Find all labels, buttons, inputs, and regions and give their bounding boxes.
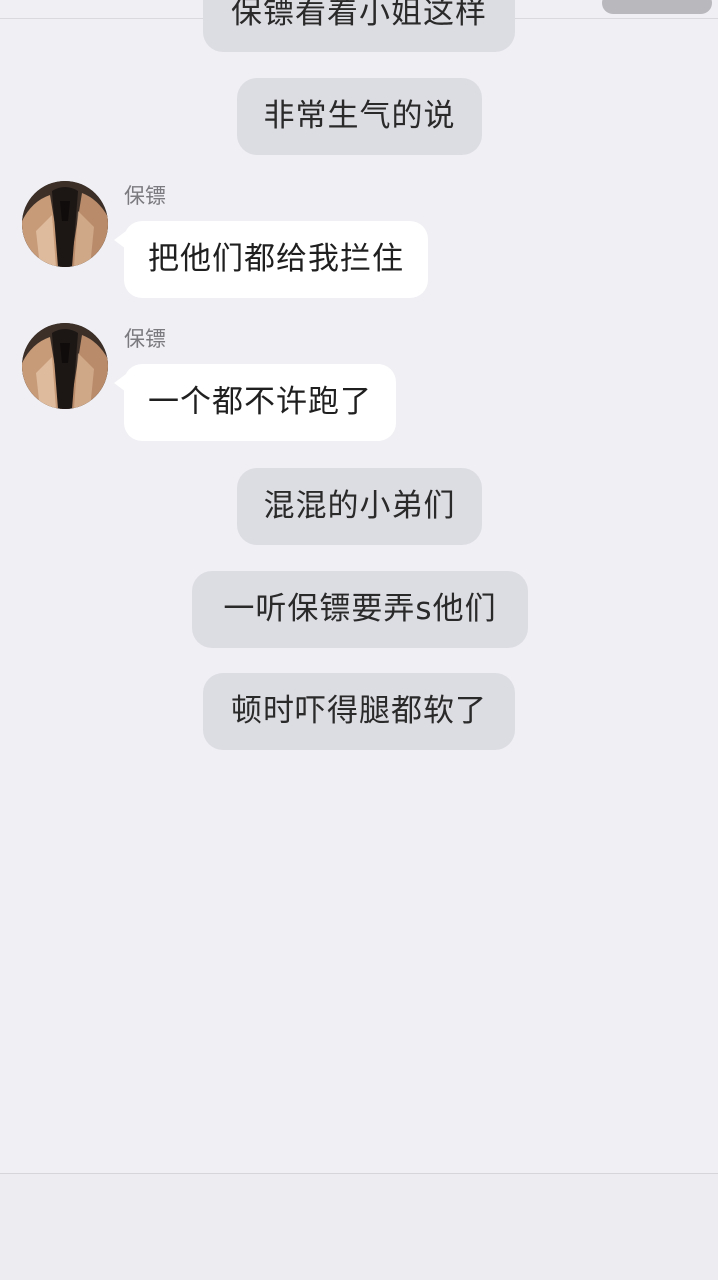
narration-bubble: 顿时吓得腿都软了 <box>203 673 515 750</box>
message-text: 把他们都给我拦住 <box>148 241 404 277</box>
chat-screen: 保镖看着小姐这样 非常生气的说 保镖 把他们都给我拦住 保镖 一个都不许跑了 混… <box>0 0 718 1280</box>
sender-name: 保镖 <box>124 327 166 351</box>
sender-avatar[interactable] <box>22 181 108 267</box>
bubble-tail <box>114 374 126 392</box>
message-bubble[interactable]: 一个都不许跑了 <box>114 364 396 441</box>
sender-avatar[interactable] <box>22 323 108 409</box>
bodyguard-avatar-icon <box>22 181 108 267</box>
narration-bubble: 一听保镖要弄s他们 <box>192 571 528 648</box>
narration-bubble: 非常生气的说 <box>237 78 482 155</box>
message-bubble[interactable]: 把他们都给我拦住 <box>114 221 428 298</box>
input-bar[interactable] <box>0 1173 718 1280</box>
narration-bubble-partial: 保镖看着小姐这样 <box>203 0 515 52</box>
narration-bubble: 混混的小弟们 <box>237 468 482 545</box>
message-text: 一个都不许跑了 <box>148 384 372 420</box>
sender-name: 保镖 <box>124 184 166 208</box>
top-handle <box>602 0 712 14</box>
bodyguard-avatar-icon <box>22 323 108 409</box>
bubble-tail <box>114 231 126 249</box>
